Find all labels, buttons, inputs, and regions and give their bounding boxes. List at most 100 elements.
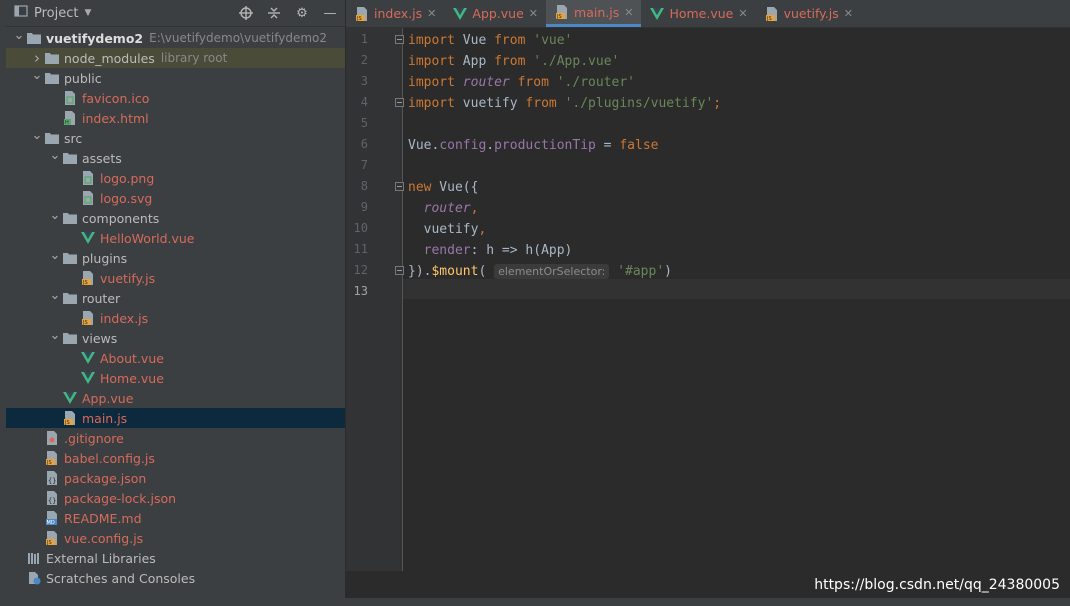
chevron-down-icon[interactable]: ⌄ [48, 148, 62, 163]
tree-item-plugins[interactable]: ⌄ plugins [6, 248, 345, 268]
tree-item-label: favicon.ico [82, 90, 150, 106]
code-token: from [494, 54, 526, 69]
code-line[interactable]: Vue.config.productionTip = false [408, 135, 658, 156]
tab-app-vue[interactable]: App.vue ✕ [444, 0, 546, 27]
image-file-icon [80, 190, 96, 206]
tree-item-label: vuetifydemo2 [46, 30, 144, 46]
tree-item-home-vue[interactable]: Home.vue [6, 368, 345, 388]
code-token: vuetify [454, 96, 526, 111]
editor-tabs: JS index.js ✕ App.vue ✕ JS main.js ✕ Home.vue ✕ JS… [346, 0, 1070, 28]
code-token: , [470, 201, 479, 216]
project-panel-title[interactable]: Project [34, 6, 78, 21]
js-file-icon: JS [80, 270, 96, 286]
tree-item-helloworld-vue[interactable]: HelloWorld.vue [6, 228, 345, 248]
collapse-icon[interactable] [265, 4, 283, 22]
line-number: 9 [360, 200, 368, 214]
tree-item-src[interactable]: ⌄ src [6, 128, 345, 148]
tree-item-index-js[interactable]: JS index.js [6, 308, 345, 328]
svg-text:H: H [65, 120, 69, 125]
tree-item-label: vuetify.js [100, 270, 156, 286]
close-icon[interactable]: ✕ [844, 7, 853, 20]
tree-item-views[interactable]: ⌄ views [6, 328, 345, 348]
chevron-down-icon[interactable]: ⌄ [30, 68, 44, 83]
tree-item-label: router [82, 290, 121, 306]
minimize-icon[interactable]: — [321, 4, 339, 22]
tab-index-js[interactable]: JS index.js ✕ [346, 0, 444, 27]
tree-item-app-vue[interactable]: App.vue [6, 388, 345, 408]
tab-label: main.js [574, 4, 620, 20]
svg-text:JS: JS [766, 16, 772, 21]
fold-marker-icon[interactable] [395, 266, 404, 275]
vue-icon [80, 370, 96, 386]
ide-window: Project ▼ ⚙ — ⌄ vuetifydemo2 E:\vuetifydem… [0, 0, 1070, 606]
watermark: https://blog.csdn.net/qq_24380005 [814, 577, 1060, 593]
chevron-down-icon[interactable]: ▼ [84, 8, 91, 18]
line-number: 3 [360, 74, 368, 88]
tree-item-router[interactable]: ⌄ router [6, 288, 345, 308]
tree-item-package-json[interactable]: {} package.json [6, 468, 345, 488]
code-token: render [423, 243, 471, 258]
code-line[interactable]: import vuetify from './plugins/vuetify'; [408, 93, 721, 114]
gear-icon[interactable]: ⚙ [293, 4, 311, 22]
code-line[interactable]: render: h => h(App) [408, 240, 573, 261]
tree-item-index-html[interactable]: Hindex.html [6, 108, 345, 128]
chevron-down-icon[interactable]: ⌄ [12, 28, 26, 43]
tree-item-vuetify-js[interactable]: JS vuetify.js [6, 268, 345, 288]
chevron-right-icon[interactable]: › [30, 49, 44, 67]
tree-item-vue-config-js[interactable]: JS vue.config.js [6, 528, 345, 548]
chevron-down-icon[interactable]: ⌄ [48, 208, 62, 223]
tab-main-js[interactable]: JS main.js ✕ [546, 0, 642, 27]
fold-marker-icon[interactable] [395, 182, 404, 191]
close-icon[interactable]: ✕ [529, 7, 538, 20]
fold-marker-icon[interactable] [395, 35, 404, 44]
tree-item-public[interactable]: ⌄ public [6, 68, 345, 88]
tree-item-logo-svg[interactable]: logo.svg [6, 188, 345, 208]
tree-item-label: node_modules [64, 50, 155, 66]
tree-item-scratches-and-consoles[interactable]: Scratches and Consoles [6, 568, 345, 588]
tree-item-main-js[interactable]: JS main.js [6, 408, 345, 428]
tree-item-external-libraries[interactable]: External Libraries [6, 548, 345, 568]
close-icon[interactable]: ✕ [427, 7, 436, 20]
fold-marker-icon[interactable] [395, 98, 404, 107]
code-line[interactable]: vuetify, [408, 219, 487, 240]
tree-item-package-lock-json[interactable]: {} package-lock.json [6, 488, 345, 508]
status-bar [0, 598, 1070, 606]
code-editor[interactable]: 1 2 3 4 5 6 7 8 9 10 11 12 13 import Vue from 'vue' i… [346, 28, 1070, 571]
tree-item-label: logo.png [100, 170, 155, 186]
code-token: router [462, 75, 510, 90]
crosshair-icon[interactable] [237, 4, 255, 22]
tree-item-label: vue.config.js [64, 530, 144, 546]
tree-item-vuetifydemo2[interactable]: ⌄ vuetifydemo2 E:\vuetifydemo\vuetifydemo2 [6, 28, 345, 48]
tree-item-node-modules[interactable]: › node_modules library root [6, 48, 345, 68]
code-line[interactable]: import router from './router' [408, 72, 635, 93]
code-line[interactable]: new Vue({ [408, 177, 478, 198]
tab-label: index.js [374, 6, 423, 21]
chevron-down-icon[interactable]: ⌄ [30, 128, 44, 143]
chevron-down-icon[interactable]: ⌄ [48, 248, 62, 263]
tree-item-components[interactable]: ⌄ components [6, 208, 345, 228]
tree-item-gitignore[interactable]: .gitignore [6, 428, 345, 448]
tree-item-favicon-ico[interactable]: favicon.ico [6, 88, 345, 108]
tab-home-vue[interactable]: Home.vue ✕ [641, 0, 755, 27]
tree-item-assets[interactable]: ⌄ assets [6, 148, 345, 168]
code-line[interactable]: }).$mount( elementOrSelector: '#app') [408, 261, 672, 282]
code-token: './router' [556, 75, 636, 90]
code-line[interactable]: router, [408, 198, 479, 219]
code-token: ; [713, 96, 722, 111]
tree-item-babel-config-js[interactable]: JS babel.config.js [6, 448, 345, 468]
tree-item-about-vue[interactable]: About.vue [6, 348, 345, 368]
tree-item-label: main.js [82, 410, 128, 426]
tab-vuetify-js[interactable]: JS vuetify.js ✕ [756, 0, 861, 27]
scratches-icon [26, 570, 42, 586]
tree-item-readme-md[interactable]: MD README.md [6, 508, 345, 528]
code-token: ( [478, 264, 495, 279]
tree-item-label: assets [82, 150, 122, 166]
code-line[interactable]: import Vue from 'vue' [408, 30, 572, 51]
chevron-down-icon[interactable]: ⌄ [48, 288, 62, 303]
chevron-down-icon[interactable]: ⌄ [48, 328, 62, 343]
close-icon[interactable]: ✕ [738, 7, 747, 20]
code-line[interactable]: import App from './App.vue' [408, 51, 619, 72]
close-icon[interactable]: ✕ [624, 6, 633, 19]
tree-item-logo-png[interactable]: logo.png [6, 168, 345, 188]
js-file-icon: JS [62, 410, 78, 426]
